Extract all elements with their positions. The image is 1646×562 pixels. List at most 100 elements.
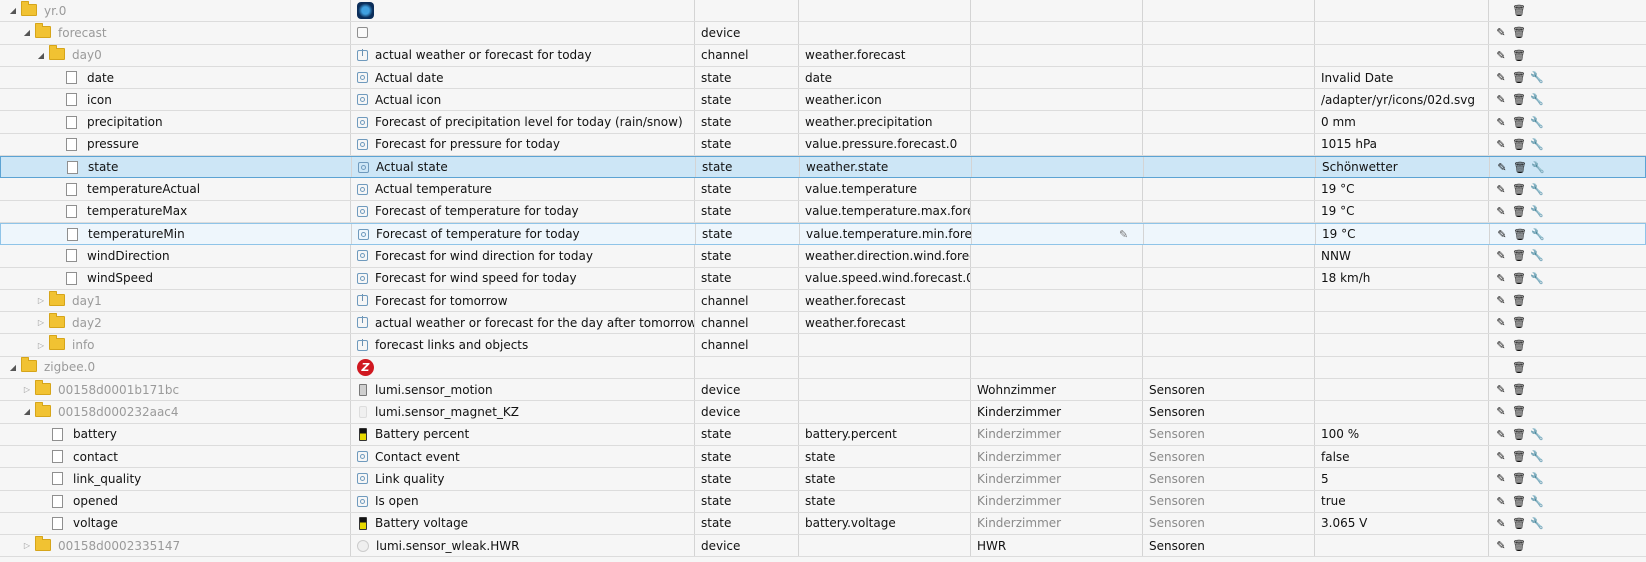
delete-icon[interactable]: 🗑 <box>1511 116 1527 129</box>
delete-icon[interactable]: 🗑 <box>1511 93 1527 106</box>
edit-icon[interactable]: ✎ <box>1493 294 1509 307</box>
edit-icon[interactable]: ✎ <box>1493 472 1509 485</box>
settings-wrench-icon[interactable]: 🔧 <box>1529 116 1545 129</box>
delete-icon[interactable]: 🗑 <box>1511 294 1527 307</box>
settings-wrench-icon[interactable]: 🔧 <box>1529 93 1545 106</box>
delete-icon[interactable]: 🗑 <box>1511 183 1527 196</box>
tree-row[interactable]: ▷ info forecast links and objects channel ✎🗑 <box>0 334 1646 357</box>
edit-icon[interactable]: ✎ <box>1493 539 1509 552</box>
settings-wrench-icon[interactable]: 🔧 <box>1529 138 1545 151</box>
edit-icon[interactable]: ✎ <box>1493 272 1509 285</box>
edit-icon[interactable]: ✎ <box>1493 517 1509 530</box>
collapse-toggle-icon[interactable]: ◢ <box>8 6 18 15</box>
edit-icon[interactable]: ✎ <box>1493 205 1509 218</box>
edit-icon[interactable]: ✎ <box>1493 339 1509 352</box>
inline-edit-icon[interactable]: ✎ <box>1119 224 1128 244</box>
tree-row[interactable]: windSpeed Forecast for wind speed for tod… <box>0 267 1646 290</box>
tree-row[interactable]: ▷ 00158d0002335147 lumi.sensor_wleak.HWR de… <box>0 535 1646 558</box>
settings-wrench-icon[interactable]: 🔧 <box>1529 205 1545 218</box>
delete-icon[interactable]: 🗑 <box>1511 450 1527 463</box>
delete-icon[interactable]: 🗑 <box>1511 517 1527 530</box>
edit-icon[interactable]: ✎ <box>1493 249 1509 262</box>
tree-row[interactable]: ◢ day0 actual weather or forecast for toda… <box>0 44 1646 67</box>
delete-icon[interactable]: 🗑 <box>1511 539 1527 552</box>
expand-toggle-icon[interactable]: ▷ <box>22 385 32 394</box>
sensor-round-icon <box>357 539 369 552</box>
delete-icon[interactable]: 🗑 <box>1511 361 1527 374</box>
expand-toggle-icon[interactable]: ▷ <box>36 341 46 350</box>
edit-icon[interactable]: ✎ <box>1494 228 1510 241</box>
expand-toggle-icon[interactable]: ▷ <box>36 296 46 305</box>
settings-wrench-icon[interactable]: 🔧 <box>1529 472 1545 485</box>
collapse-toggle-icon[interactable]: ◢ <box>22 28 32 37</box>
edit-icon[interactable]: ✎ <box>1493 49 1509 62</box>
edit-icon[interactable]: ✎ <box>1493 316 1509 329</box>
tree-row[interactable]: ◢ forecast device ✎ 🗑 <box>0 22 1646 45</box>
expand-toggle-icon[interactable]: ▷ <box>36 318 46 327</box>
tree-row[interactable]: ◢ 00158d000232aac4 lumi.sensor_magnet_KZ de… <box>0 401 1646 424</box>
tree-row[interactable]: ▷ 00158d0001b171bc lumi.sensor_motion devic… <box>0 379 1646 402</box>
settings-wrench-icon[interactable]: 🔧 <box>1529 517 1545 530</box>
tree-row[interactable]: precipitation Forecast of precipitation l… <box>0 111 1646 134</box>
tree-row[interactable]: windDirection Forecast for wind direction… <box>0 245 1646 268</box>
settings-wrench-icon[interactable]: 🔧 <box>1530 161 1546 174</box>
tree-row[interactable]: date Actual date state date Invalid Date ✎ 🗑 🔧 <box>0 66 1646 90</box>
edit-icon[interactable]: ✎ <box>1493 495 1509 508</box>
edit-icon[interactable]: ✎ <box>1493 383 1509 396</box>
tree-row[interactable]: link_quality Link quality state state Kinder… <box>0 468 1646 491</box>
delete-icon[interactable]: 🗑 <box>1511 138 1527 151</box>
delete-icon[interactable]: 🗑 <box>1511 26 1527 39</box>
delete-icon[interactable]: 🗑 <box>1511 428 1527 441</box>
tree-row[interactable]: pressure Forecast for pressure for today s… <box>0 133 1646 157</box>
edit-icon[interactable]: ✎ <box>1493 71 1509 84</box>
collapse-toggle-icon[interactable]: ◢ <box>22 407 32 416</box>
tree-row[interactable]: ◢ zigbee.0 Z 🗑 <box>0 356 1646 380</box>
settings-wrench-icon[interactable]: 🔧 <box>1529 183 1545 196</box>
delete-icon[interactable]: 🗑 <box>1511 405 1527 418</box>
delete-icon[interactable]: 🗑 <box>1511 383 1527 396</box>
settings-wrench-icon[interactable]: 🔧 <box>1529 249 1545 262</box>
settings-wrench-icon[interactable]: 🔧 <box>1529 495 1545 508</box>
delete-icon[interactable]: 🗑 <box>1512 228 1528 241</box>
delete-icon[interactable]: 🗑 <box>1511 272 1527 285</box>
expand-toggle-icon[interactable]: ▷ <box>22 541 32 550</box>
settings-wrench-icon[interactable]: 🔧 <box>1529 272 1545 285</box>
delete-icon[interactable]: 🗑 <box>1511 339 1527 352</box>
tree-row[interactable]: temperatureMax Forecast of temperature fo… <box>0 200 1646 223</box>
delete-icon[interactable]: 🗑 <box>1511 49 1527 62</box>
tree-row[interactable]: battery Battery percent state battery.perce… <box>0 423 1646 446</box>
edit-icon[interactable]: ✎ <box>1493 183 1509 196</box>
delete-icon[interactable]: 🗑 <box>1511 472 1527 485</box>
settings-wrench-icon[interactable]: 🔧 <box>1529 450 1545 463</box>
edit-icon[interactable]: ✎ <box>1493 405 1509 418</box>
delete-icon[interactable]: 🗑 <box>1511 495 1527 508</box>
delete-icon[interactable]: 🗑 <box>1511 4 1527 17</box>
edit-icon[interactable]: ✎ <box>1493 428 1509 441</box>
collapse-toggle-icon[interactable]: ◢ <box>36 51 46 60</box>
tree-row[interactable]: opened Is open state state Kinderzimmer Senso… <box>0 490 1646 513</box>
delete-icon[interactable]: 🗑 <box>1511 205 1527 218</box>
settings-wrench-icon[interactable]: 🔧 <box>1529 428 1545 441</box>
delete-icon[interactable]: 🗑 <box>1512 161 1528 174</box>
edit-icon[interactable]: ✎ <box>1493 26 1509 39</box>
settings-wrench-icon[interactable]: 🔧 <box>1530 228 1546 241</box>
tree-row[interactable]: ▷ day1 Forecast for tomorrow channel weather… <box>0 289 1646 313</box>
delete-icon[interactable]: 🗑 <box>1511 316 1527 329</box>
collapse-toggle-icon[interactable]: ◢ <box>8 363 18 372</box>
edit-icon[interactable]: ✎ <box>1493 116 1509 129</box>
edit-icon[interactable]: ✎ <box>1493 138 1509 151</box>
tree-row[interactable]: ◢ yr.0 🗑 <box>0 0 1646 23</box>
tree-row[interactable]: contact Contact event state state Kinderzimm… <box>0 445 1646 469</box>
tree-row[interactable]: state Actual state state weather.state Schön… <box>0 156 1646 179</box>
delete-icon[interactable]: 🗑 <box>1511 249 1527 262</box>
tree-row[interactable]: temperatureActual Actual temperature state… <box>0 178 1646 201</box>
tree-row[interactable]: ▷ day2 actual weather or forecast for the … <box>0 312 1646 335</box>
delete-icon[interactable]: 🗑 <box>1511 71 1527 84</box>
edit-icon[interactable]: ✎ <box>1493 93 1509 106</box>
tree-row[interactable]: icon Actual icon state weather.icon/adapter… <box>0 89 1646 112</box>
tree-row[interactable]: voltage Battery voltage state battery.volta… <box>0 512 1646 536</box>
edit-icon[interactable]: ✎ <box>1494 161 1510 174</box>
settings-wrench-icon[interactable]: 🔧 <box>1529 71 1545 84</box>
edit-icon[interactable]: ✎ <box>1493 450 1509 463</box>
tree-row[interactable]: temperatureMin Forecast of temperature fo… <box>0 222 1646 246</box>
